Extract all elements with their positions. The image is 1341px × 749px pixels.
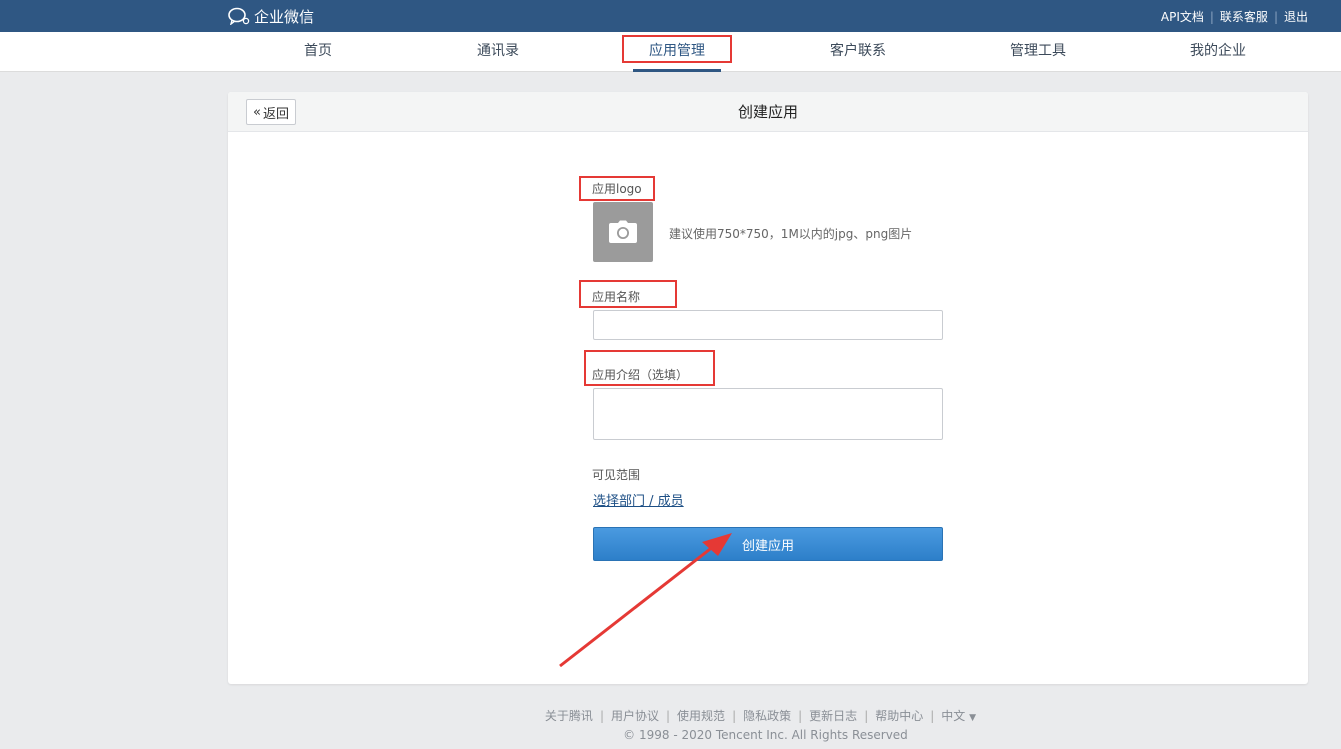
language-label: 中文 bbox=[941, 709, 966, 723]
footer-rules-link[interactable]: 使用规范 bbox=[677, 709, 725, 723]
brand-logo[interactable]: 企业微信 bbox=[228, 6, 314, 26]
api-docs-link[interactable]: API文档 bbox=[1161, 8, 1204, 25]
app-description-input[interactable] bbox=[593, 388, 943, 440]
brand-name: 企业微信 bbox=[254, 7, 315, 26]
logout-link[interactable]: 退出 bbox=[1284, 8, 1308, 25]
nav-home[interactable]: 首页 bbox=[273, 32, 363, 72]
camera-icon bbox=[609, 220, 637, 243]
top-links: API文档 | 联系客服 | 退出 bbox=[1161, 8, 1308, 25]
main-nav: 首页 通讯录 应用管理 客户联系 管理工具 我的企业 bbox=[0, 32, 1341, 72]
language-select[interactable]: 中文 ▼ bbox=[941, 709, 976, 723]
create-app-button[interactable]: 创建应用 bbox=[593, 527, 943, 561]
footer-terms-link[interactable]: 用户协议 bbox=[611, 709, 659, 723]
create-app-card: 创建应用 « 返回 应用logo 建议使用750*750，1M以内的jpg、pn… bbox=[228, 92, 1308, 684]
page-title: 创建应用 bbox=[737, 103, 798, 121]
nav-management-tools[interactable]: 管理工具 bbox=[993, 32, 1083, 72]
app-description-label: 应用介绍（选填） bbox=[592, 368, 689, 382]
caret-down-icon: ▼ bbox=[969, 713, 977, 723]
logo-hint: 建议使用750*750，1M以内的jpg、png图片 bbox=[669, 227, 913, 241]
contact-support-link[interactable]: 联系客服 bbox=[1220, 8, 1268, 25]
separator: | bbox=[732, 709, 737, 723]
logo-upload[interactable] bbox=[593, 202, 653, 262]
separator: | bbox=[1273, 9, 1278, 24]
visibility-label: 可见范围 bbox=[592, 468, 641, 482]
double-chevron-left-icon: « bbox=[253, 104, 261, 120]
separator: | bbox=[1209, 9, 1214, 24]
footer-links: 关于腾讯 | 用户协议 | 使用规范 | 隐私政策 | 更新日志 | 帮助中心 | 中文 ▼ bbox=[0, 707, 1341, 724]
back-label: 返回 bbox=[262, 106, 289, 122]
back-button[interactable]: « 返回 bbox=[246, 99, 296, 125]
nav-contacts[interactable]: 通讯录 bbox=[453, 32, 543, 72]
footer-help-link[interactable]: 帮助中心 bbox=[875, 709, 923, 723]
select-members-link[interactable]: 选择部门 / 成员 bbox=[593, 490, 684, 509]
app-name-label: 应用名称 bbox=[592, 290, 641, 304]
footer-privacy-link[interactable]: 隐私政策 bbox=[743, 709, 791, 723]
separator: | bbox=[864, 709, 869, 723]
nav-my-enterprise[interactable]: 我的企业 bbox=[1173, 32, 1263, 72]
top-bar: 企业微信 API文档 | 联系客服 | 退出 bbox=[0, 0, 1341, 32]
nav-customer-contact[interactable]: 客户联系 bbox=[813, 32, 903, 72]
logo-label: 应用logo bbox=[592, 182, 642, 196]
separator: | bbox=[930, 709, 935, 723]
footer-about-link[interactable]: 关于腾讯 bbox=[545, 709, 593, 723]
separator: | bbox=[599, 709, 604, 723]
wecom-logo-icon bbox=[228, 7, 250, 25]
nav-app-management[interactable]: 应用管理 bbox=[633, 32, 721, 72]
copyright: © 1998 - 2020 Tencent Inc. All Rights Re… bbox=[623, 728, 908, 742]
separator: | bbox=[666, 709, 671, 723]
separator: | bbox=[798, 709, 803, 723]
card-header: 创建应用 « 返回 bbox=[228, 92, 1308, 132]
app-name-input[interactable] bbox=[593, 310, 943, 340]
footer-changelog-link[interactable]: 更新日志 bbox=[809, 709, 857, 723]
